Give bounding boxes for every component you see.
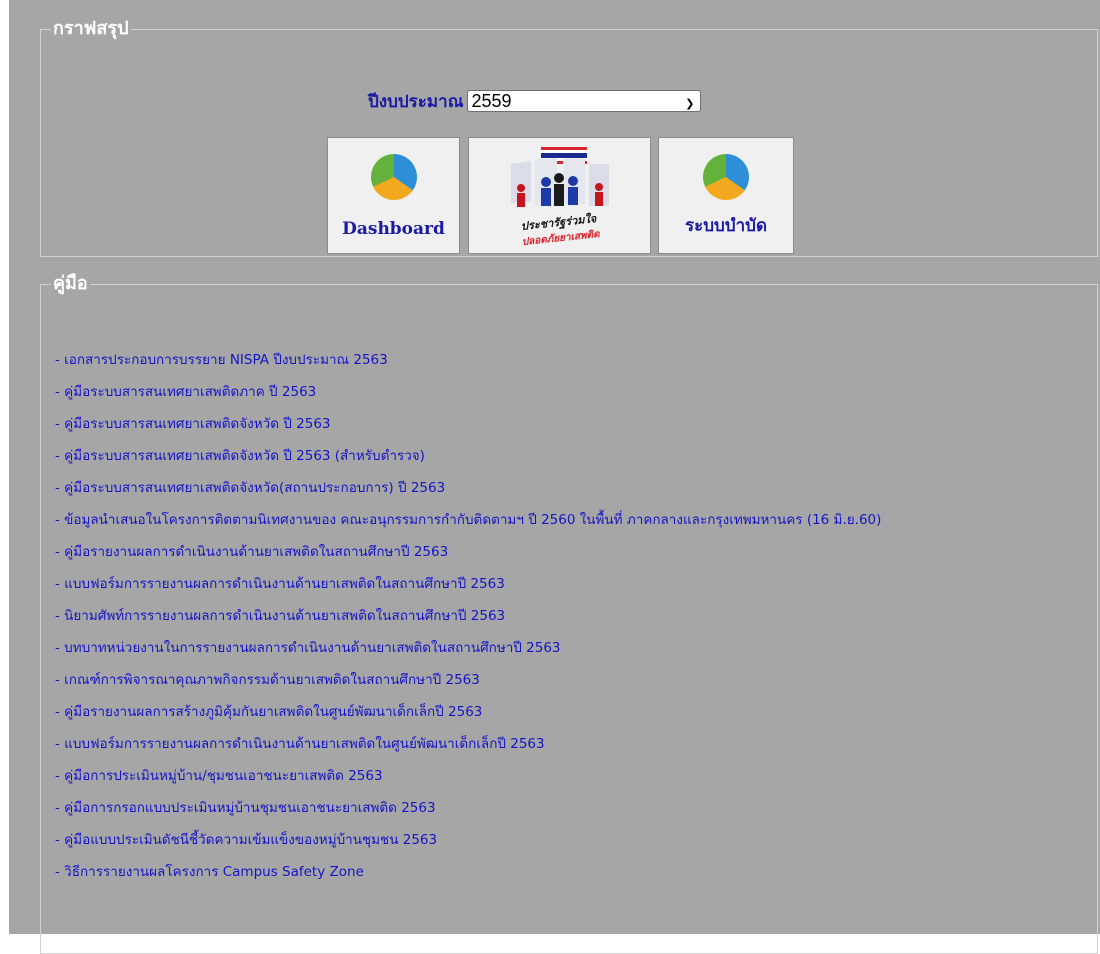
list-item: - แบบฟอร์มการรายงานผลการดำเนินงานด้านยาเ… <box>55 574 881 606</box>
manual-link[interactable]: - เกณฑ์การพิจารณาคุณภาพกิจกรรมด้านยาเสพต… <box>55 672 480 688</box>
treatment-system-button[interactable]: ระบบบำบัด <box>658 137 794 254</box>
summary-graph-legend: กราฟสรุป <box>53 18 129 39</box>
manual-link[interactable]: - คู่มือรายงานผลการสร้างภูมิคุ้มกันยาเสพ… <box>55 704 482 720</box>
manual-link[interactable]: - เอกสารประกอบการบรรยาย NISPA ปีงบประมาณ… <box>55 352 388 368</box>
list-item: - แบบฟอร์มการรายงานผลการดำเนินงานด้านยาเ… <box>55 734 881 766</box>
pie-chart-icon <box>370 154 417 200</box>
manual-link[interactable]: - คู่มือระบบสารสนเทศยาเสพติดภาค ปี 2563 <box>55 384 316 400</box>
campaign-logo: ประชารัฐร่วมใจ ปลอดภัยยาเสพติด <box>511 147 609 248</box>
manual-section: คู่มือ - เอกสารประกอบการบรรยาย NISPA ปีง… <box>40 274 1098 954</box>
manual-link[interactable]: - บทบาทหน่วยงานในการรายงานผลการดำเนินงาน… <box>55 640 561 656</box>
page-background: กราฟสรุป ปีงบประมาณ 2559 ❯ Dashboard ประ… <box>9 0 1100 954</box>
list-item: - เอกสารประกอบการบรรยาย NISPA ปีงบประมาณ… <box>55 350 881 382</box>
fiscal-year-label: ปีงบประมาณ <box>368 91 464 112</box>
manual-link[interactable]: - แบบฟอร์มการรายงานผลการดำเนินงานด้านยาเ… <box>55 576 505 592</box>
manual-link[interactable]: - วิธีการรายงานผลโครงการ Campus Safety Z… <box>55 864 364 880</box>
list-item: - วิธีการรายงานผลโครงการ Campus Safety Z… <box>55 862 881 894</box>
pie-chart-icon <box>703 154 749 200</box>
treatment-system-button-label: ระบบบำบัด <box>684 216 767 236</box>
fiscal-year-value: 2559 <box>471 91 512 111</box>
manual-legend: คู่มือ <box>53 273 88 294</box>
manual-link[interactable]: - คู่มือระบบสารสนเทศยาเสพติดจังหวัด ปี 2… <box>55 416 331 432</box>
summary-graph-section: กราฟสรุป ปีงบประมาณ 2559 ❯ Dashboard ประ… <box>40 19 1098 257</box>
list-item: - คู่มือรายงานผลการสร้างภูมิคุ้มกันยาเสพ… <box>55 702 881 734</box>
list-item: - คู่มือระบบสารสนเทศยาเสพติดจังหวัด(สถาน… <box>55 478 881 510</box>
list-item: - ข้อมูลนำเสนอในโครงการติดตามนิเทศงานของ… <box>55 510 881 542</box>
campaign-logo-button[interactable]: ประชารัฐร่วมใจ ปลอดภัยยาเสพติด <box>468 137 651 254</box>
manual-link-list: - เอกสารประกอบการบรรยาย NISPA ปีงบประมาณ… <box>55 350 881 894</box>
fiscal-year-row: ปีงบประมาณ 2559 ❯ <box>368 89 702 113</box>
manual-link[interactable]: - คู่มือการประเมินหมู่บ้าน/ชุมชนเอาชนะยา… <box>55 768 383 784</box>
manual-link[interactable]: - คู่มือระบบสารสนเทศยาเสพติดจังหวัด(สถาน… <box>55 480 445 496</box>
list-item: - คู่มือการกรอกแบบประเมินหมู่บ้านชุมชนเอ… <box>55 798 881 830</box>
manual-link[interactable]: - คู่มือแบบประเมินดัชนีชี้วัดความเข้มแข็… <box>55 832 437 848</box>
fiscal-year-select[interactable]: 2559 ❯ <box>467 90 702 112</box>
chevron-down-icon: ❯ <box>685 98 695 110</box>
manual-link[interactable]: - คู่มือรายงานผลการดำเนินงานด้านยาเสพติด… <box>55 544 448 560</box>
manual-link[interactable]: - คู่มือการกรอกแบบประเมินหมู่บ้านชุมชนเอ… <box>55 800 436 816</box>
dashboard-button-label: Dashboard <box>342 219 445 239</box>
manual-link[interactable]: - แบบฟอร์มการรายงานผลการดำเนินงานด้านยาเ… <box>55 736 545 752</box>
list-item: - บทบาทหน่วยงานในการรายงานผลการดำเนินงาน… <box>55 638 881 670</box>
list-item: - คู่มือแบบประเมินดัชนีชี้วัดความเข้มแข็… <box>55 830 881 862</box>
list-item: - เกณฑ์การพิจารณาคุณภาพกิจกรรมด้านยาเสพต… <box>55 670 881 702</box>
list-item: - คู่มือระบบสารสนเทศยาเสพติดจังหวัด ปี 2… <box>55 414 881 446</box>
manual-link[interactable]: - คู่มือระบบสารสนเทศยาเสพติดจังหวัด ปี 2… <box>55 448 425 464</box>
list-item: - นิยามศัพท์การรายงานผลการดำเนินงานด้านย… <box>55 606 881 638</box>
list-item: - คู่มือระบบสารสนเทศยาเสพติดจังหวัด ปี 2… <box>55 446 881 478</box>
list-item: - คู่มือระบบสารสนเทศยาเสพติดภาค ปี 2563 <box>55 382 881 414</box>
dashboard-button[interactable]: Dashboard <box>327 137 460 254</box>
list-item: - คู่มือการประเมินหมู่บ้าน/ชุมชนเอาชนะยา… <box>55 766 881 798</box>
list-item: - คู่มือรายงานผลการดำเนินงานด้านยาเสพติด… <box>55 542 881 574</box>
manual-link[interactable]: - ข้อมูลนำเสนอในโครงการติดตามนิเทศงานของ… <box>55 512 881 528</box>
manual-link[interactable]: - นิยามศัพท์การรายงานผลการดำเนินงานด้านย… <box>55 608 505 624</box>
